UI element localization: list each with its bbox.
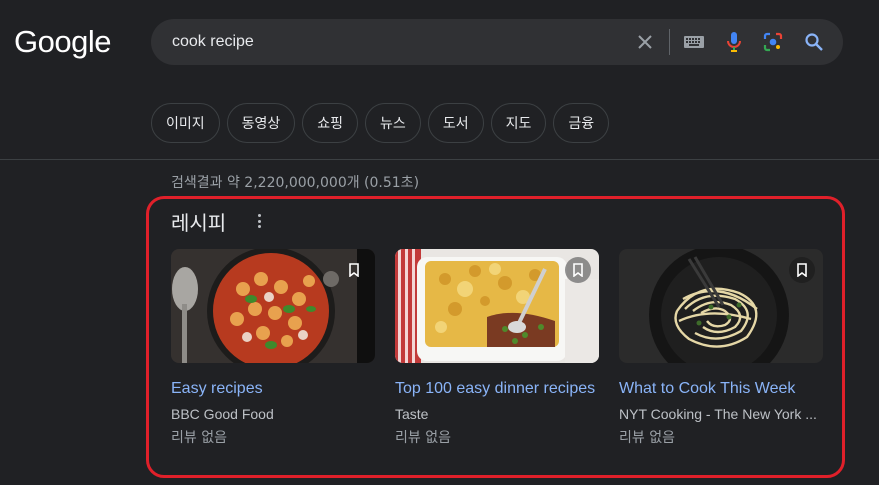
keyboard-icon[interactable] — [682, 30, 706, 54]
chip-shopping[interactable]: 쇼핑 — [302, 103, 359, 143]
chip-images[interactable]: 이미지 — [151, 103, 220, 143]
result-stats: 검색결과 약 2,220,000,000개 (0.51초) — [171, 175, 420, 191]
bookmark-icon[interactable] — [341, 257, 367, 283]
search-bar[interactable]: cook recipe — [151, 19, 843, 65]
more-options-icon[interactable] — [256, 214, 262, 228]
header-divider — [0, 159, 879, 160]
bookmark-icon[interactable] — [789, 257, 815, 283]
chip-videos[interactable]: 동영상 — [226, 103, 296, 143]
close-icon[interactable] — [633, 30, 657, 54]
recipe-image-gnocchi[interactable] — [171, 249, 375, 363]
recipe-card[interactable]: Easy recipes BBC Good Food 리뷰 없음 — [171, 249, 375, 448]
recipe-section-title: 레시피 — [171, 211, 227, 235]
recipe-card[interactable]: What to Cook This Week NYT Cooking - The… — [619, 249, 823, 448]
recipe-card-review: 리뷰 없음 — [619, 430, 675, 446]
recipe-card-title[interactable]: What to Cook This Week — [619, 377, 823, 401]
recipe-card-source: NYT Cooking - The New York ... — [619, 406, 817, 422]
camera-lens-icon[interactable] — [761, 30, 785, 54]
recipe-card-source: BBC Good Food — [171, 406, 274, 422]
search-input[interactable]: cook recipe — [172, 33, 254, 51]
chip-news[interactable]: 뉴스 — [365, 103, 421, 143]
recipe-image-pasta[interactable] — [619, 249, 823, 363]
chip-books[interactable]: 도서 — [427, 103, 484, 143]
recipe-card-title[interactable]: Easy recipes — [171, 377, 375, 401]
recipe-card[interactable]: Top 100 easy dinner recipes Taste 리뷰 없음 — [395, 249, 599, 448]
microphone-icon[interactable] — [722, 30, 746, 54]
search-divider — [669, 29, 670, 55]
recipe-card-review: 리뷰 없음 — [395, 430, 451, 446]
bookmark-icon[interactable] — [565, 257, 591, 283]
recipe-card-source: Taste — [395, 406, 429, 422]
filter-chips: 이미지 동영상 쇼핑 뉴스 도서 지도 금융 — [151, 103, 610, 143]
search-icon[interactable] — [802, 30, 826, 54]
google-logo[interactable]: Google — [14, 24, 111, 60]
recipe-card-review: 리뷰 없음 — [171, 430, 227, 446]
recipe-image-casserole[interactable] — [395, 249, 599, 363]
chip-finance[interactable]: 금융 — [553, 103, 610, 143]
recipe-card-title[interactable]: Top 100 easy dinner recipes — [395, 377, 599, 401]
chip-maps[interactable]: 지도 — [490, 103, 547, 143]
